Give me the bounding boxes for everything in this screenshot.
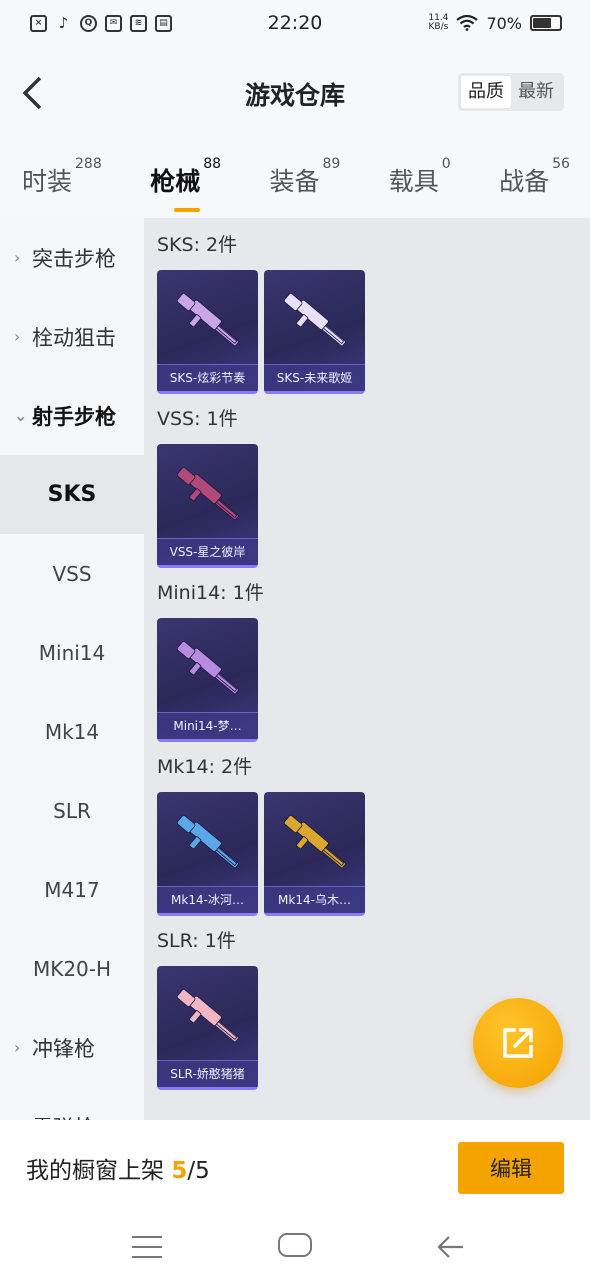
tab-weapons[interactable]: 枪械88 [150, 156, 221, 212]
weapon-list: SKS: 2件 SKS-炫彩节奏 SKS-未来歌姬 VSS: 1件 VSS-星之… [144, 218, 590, 1120]
weapon-name: Mini14-梦… [157, 712, 258, 739]
sidebar-item-vss[interactable]: VSS [0, 534, 144, 613]
weapon-category-sidebar: › 突击步枪 › 栓动狙击 ⌄ 射手步枪 SKS VSS Mini14 Mk14… [0, 218, 144, 1120]
rifle-icon [283, 815, 346, 869]
weapon-card[interactable]: VSS-星之彼岸 [157, 444, 258, 568]
active-tab-indicator [174, 208, 201, 212]
sidebar-item-mk14[interactable]: Mk14 [0, 692, 144, 771]
sidebar-group-assault-rifles[interactable]: › 突击步枪 [0, 218, 144, 297]
menu-icon[interactable] [132, 1236, 162, 1266]
tab-vehicles[interactable]: 载具0 [389, 156, 451, 198]
showcase-bar: 我的橱窗上架 5/5 编辑 [0, 1120, 590, 1216]
q-icon: Q [80, 14, 97, 32]
system-nav-bar [0, 1216, 590, 1280]
weapon-card[interactable]: SKS-未来歌姬 [264, 270, 365, 394]
rifle-icon [176, 293, 239, 347]
network-speed: 11.4 KB/s [428, 13, 449, 32]
section-title: Mini14: 1件 [157, 582, 264, 604]
tab-equipment[interactable]: 装备89 [269, 156, 340, 198]
weapon-name: Mk14-乌木… [264, 886, 365, 913]
sidebar-group-shotgun[interactable]: › 霰弹枪 [0, 1087, 144, 1121]
weapon-name: VSS-星之彼岸 [157, 538, 258, 565]
tab-supplies[interactable]: 战备56 [499, 156, 570, 198]
status-time: 22:20 [267, 12, 323, 34]
sort-toggle[interactable]: 品质 最新 [458, 73, 564, 111]
rifle-icon [176, 641, 239, 695]
showcase-status: 我的橱窗上架 5/5 [26, 1158, 210, 1184]
section-title: SKS: 2件 [157, 234, 238, 256]
tiktok-icon: ♪ [58, 14, 69, 32]
weapon-name: SKS-炫彩节奏 [157, 364, 258, 391]
home-icon[interactable] [278, 1233, 312, 1257]
weapon-name: Mk14-冰河… [157, 886, 258, 913]
weapon-card[interactable]: SLR-娇憨猪猪 [157, 966, 258, 1090]
rifle-icon [176, 467, 239, 521]
sidebar-item-mini14[interactable]: Mini14 [0, 613, 144, 692]
sidebar-group-bolt-snipers[interactable]: › 栓动狙击 [0, 297, 144, 376]
edit-button[interactable]: 编辑 [458, 1142, 564, 1194]
showcase-current-count: 5 [171, 1158, 188, 1184]
wifi-icon [456, 15, 479, 31]
rifle-icon [176, 815, 239, 869]
sidebar-item-m417[interactable]: M417 [0, 850, 144, 929]
battery-fill [533, 18, 552, 28]
sidebar-item-mk20h[interactable]: MK20-H [0, 929, 144, 1008]
battery-icon [530, 15, 562, 31]
mail-icon: ✉ [105, 14, 122, 32]
sort-newest-button[interactable]: 最新 [511, 76, 561, 108]
section-title: SLR: 1件 [157, 930, 236, 952]
sort-quality-button[interactable]: 品质 [461, 76, 511, 108]
chevron-down-icon: ⌄ [14, 406, 28, 425]
section-title: Mk14: 2件 [157, 756, 253, 778]
sidebar-group-dmr[interactable]: ⌄ 射手步枪 [0, 376, 144, 455]
header: 游戏仓库 品质 最新 [0, 46, 590, 142]
chevron-right-icon: › [14, 327, 21, 346]
section-mk14: Mk14: 2件 Mk14-冰河… Mk14-乌木… [157, 754, 590, 916]
weapon-name: SLR-娇憨猪猪 [157, 1060, 258, 1087]
section-sks: SKS: 2件 SKS-炫彩节奏 SKS-未来歌姬 [157, 232, 590, 394]
rifle-icon [176, 989, 239, 1043]
tab-fashion[interactable]: 时装288 [22, 156, 102, 198]
status-app-icons: × ♪ Q ✉ ≋ ▤ [30, 14, 172, 32]
card-icon: ▤ [155, 14, 172, 32]
showcase-total-count: /5 [187, 1158, 210, 1184]
status-bar: × ♪ Q ✉ ≋ ▤ 22:20 11.4 KB/s 70% [0, 0, 590, 46]
sidebar-group-smg[interactable]: › 冲锋枪 [0, 1008, 144, 1087]
sidebar-item-sks[interactable]: SKS [0, 455, 144, 534]
share-icon [503, 1028, 533, 1058]
weapon-card[interactable]: Mk14-冰河… [157, 792, 258, 916]
back-arrow-icon[interactable] [436, 1232, 466, 1262]
status-indicators: 11.4 KB/s 70% [428, 14, 562, 33]
weapon-card[interactable]: Mini14-梦… [157, 618, 258, 742]
weapon-card[interactable]: Mk14-乌木… [264, 792, 365, 916]
share-button[interactable] [473, 998, 563, 1088]
app-icon: ≋ [130, 14, 147, 32]
weapon-card[interactable]: SKS-炫彩节奏 [157, 270, 258, 394]
chevron-right-icon: › [14, 248, 21, 267]
battery-percent: 70% [486, 13, 522, 33]
section-title: VSS: 1件 [157, 408, 238, 430]
weapon-name: SKS-未来歌姬 [264, 364, 365, 391]
section-mini14: Mini14: 1件 Mini14-梦… [157, 580, 590, 742]
chevron-right-icon: › [14, 1038, 21, 1057]
rifle-icon [283, 293, 346, 347]
sidebar-item-slr[interactable]: SLR [0, 771, 144, 850]
file-icon: × [30, 14, 47, 32]
section-vss: VSS: 1件 VSS-星之彼岸 [157, 406, 590, 568]
category-tabs: 时装288 枪械88 装备89 载具0 战备56 [0, 142, 590, 218]
